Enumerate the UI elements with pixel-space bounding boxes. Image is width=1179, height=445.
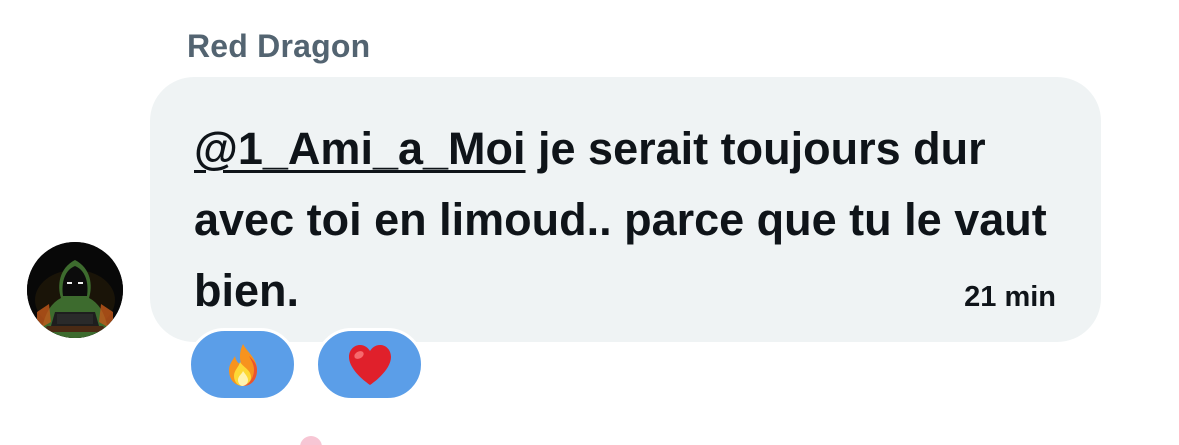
message-text: @1_Ami_a_Moi je serait toujours dur avec… [194,113,1064,326]
reactions-row [188,328,424,401]
message-bubble[interactable]: @1_Ami_a_Moi je serait toujours dur avec… [150,77,1101,342]
message-timestamp: 21 min [964,281,1056,313]
sender-name: Red Dragon [187,28,371,64]
fire-icon [228,343,257,386]
hooded-hacker-avatar-icon [27,242,123,338]
dm-conversation: Red Dragon @1_Ami_a_Moi je serait toujou… [0,0,1179,445]
sender-avatar[interactable] [27,242,123,338]
reaction-heart[interactable] [315,328,424,401]
reaction-fire[interactable] [188,328,297,401]
user-mention-link[interactable]: @1_Ami_a_Moi [194,123,526,174]
red-heart-icon [348,344,391,385]
partial-emoji-icon [300,436,322,445]
